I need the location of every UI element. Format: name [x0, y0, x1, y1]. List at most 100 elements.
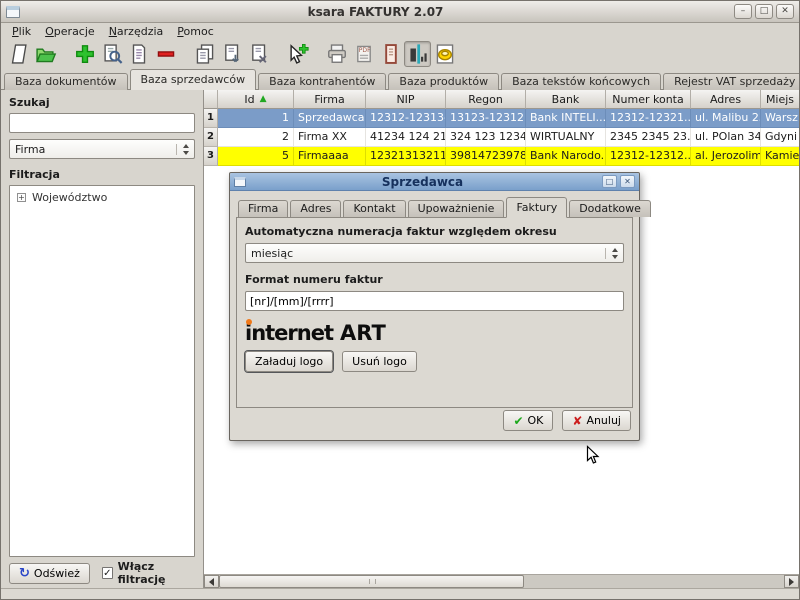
format-label: Format numeru faktur [245, 273, 624, 286]
col-header-miejscowosc[interactable]: Miejs [761, 90, 799, 109]
scroll-left-button[interactable] [204, 575, 219, 588]
dialog-tab-kontakt[interactable]: Kontakt [343, 200, 405, 217]
copy-record-button[interactable] [191, 41, 218, 67]
load-logo-button[interactable]: Załaduj logo [245, 351, 333, 372]
delete-record-button[interactable] [152, 41, 179, 67]
dialog-maximize-button[interactable]: □ [602, 175, 617, 188]
dialog-footer: ✔ OK ✘ Anuluj [230, 408, 639, 440]
accept-record-button[interactable] [218, 41, 245, 67]
table-row[interactable]: 3 5 Firmaaaa 12321313211... 398147239784… [204, 147, 799, 166]
tab-baza-kontrahentow[interactable]: Baza kontrahentów [258, 73, 386, 90]
discard-record-icon [248, 43, 270, 65]
scroll-right-button[interactable] [784, 575, 799, 588]
app-icon [6, 6, 20, 18]
discard-record-button[interactable] [245, 41, 272, 67]
dialog-tab-dodatkowe[interactable]: Dodatkowe [569, 200, 651, 217]
ok-button-label: OK [528, 414, 544, 427]
ok-button[interactable]: ✔ OK [503, 410, 553, 431]
edit-record-icon [128, 43, 150, 65]
dialog-tab-content: Automatyczna numeracja faktur względem o… [236, 217, 633, 408]
col-header-regon[interactable]: Regon [446, 90, 526, 109]
titlebar: ksara FAKTURY 2.07 – □ ✕ [1, 1, 799, 23]
corner-cell [204, 90, 218, 109]
cell-adres: ul. POlan 34 [691, 128, 761, 147]
cell-miejscowosc: Kamie [761, 147, 799, 166]
find-record-button[interactable] [98, 41, 125, 67]
dialog-close-button[interactable]: ✕ [620, 175, 635, 188]
maximize-button[interactable]: □ [755, 4, 773, 19]
table-row[interactable]: 1 1 Sprzedawca 12312-12313-... 13123-123… [204, 109, 799, 128]
dialog-tab-upowaznienie[interactable]: Upoważnienie [408, 200, 505, 217]
horizontal-scrollbar[interactable] [204, 574, 799, 588]
col-header-id[interactable]: Id ▲ [218, 90, 294, 109]
dialog-tabbar: Firma Adres Kontakt Upoważnienie Faktury… [236, 196, 633, 217]
tab-baza-produktow[interactable]: Baza produktów [388, 73, 499, 90]
tree-expander-icon[interactable]: + [17, 193, 26, 202]
accept-record-icon [221, 43, 243, 65]
tab-baza-tekstow[interactable]: Baza tekstów końcowych [501, 73, 661, 90]
col-header-firma[interactable]: Firma [294, 90, 366, 109]
scrollbar-thumb[interactable] [219, 575, 524, 588]
table-row[interactable]: 2 2 Firma XX 41234 124 21... 324 123 123… [204, 128, 799, 147]
preview-document-button[interactable] [377, 41, 404, 67]
tree-item-wojewodztwo[interactable]: + Województwo [10, 186, 194, 204]
col-header-numer-konta[interactable]: Numer konta [606, 90, 691, 109]
menu-narzedzia[interactable]: Narzędzia [102, 24, 171, 39]
print-pdf-button[interactable]: PDF [350, 41, 377, 67]
print-button[interactable] [323, 41, 350, 67]
cell-bank: WIRTUALNY [526, 128, 606, 147]
numbering-period-value: miesiąc [251, 247, 293, 260]
new-document-icon [8, 43, 30, 65]
dialog-icon [234, 177, 246, 187]
stamp-icon [434, 43, 456, 65]
sprzedawca-dialog: Sprzedawca □ ✕ Firma Adres Kontakt Upowa… [229, 172, 640, 441]
cell-regon: 324 123 1234... [446, 128, 526, 147]
tab-baza-sprzedawcow[interactable]: Baza sprzedawców [130, 69, 257, 90]
filter-tree: + Województwo [9, 185, 195, 557]
numbering-label: Automatyczna numeracja faktur względem o… [245, 225, 624, 238]
close-button[interactable]: ✕ [776, 4, 794, 19]
menu-pomoc[interactable]: Pomoc [170, 24, 220, 39]
stamp-button[interactable] [431, 41, 458, 67]
menubar: Plik Operacje Narzędzia Pomoc [1, 23, 799, 39]
tab-baza-dokumentow[interactable]: Baza dokumentów [4, 73, 128, 90]
cell-miejscowosc: Warsz [761, 109, 799, 128]
add-record-button[interactable] [71, 41, 98, 67]
col-header-nip[interactable]: NIP [366, 90, 446, 109]
invoice-format-input[interactable] [245, 291, 624, 311]
minimize-button[interactable]: – [734, 4, 752, 19]
cell-id: 5 [218, 147, 294, 166]
logo-text-2: ART [340, 321, 386, 345]
filter-label: Filtracja [9, 168, 195, 181]
scrollbar-track[interactable] [524, 575, 784, 588]
cell-nip: 12312-12313-... [366, 109, 446, 128]
menu-operacje[interactable]: Operacje [38, 24, 102, 39]
print-icon [326, 43, 348, 65]
new-document-button[interactable] [5, 41, 32, 67]
dialog-tab-adres[interactable]: Adres [290, 200, 341, 217]
open-folder-icon [35, 43, 57, 65]
cancel-button[interactable]: ✘ Anuluj [562, 410, 631, 431]
search-field-select[interactable]: Firma [9, 139, 195, 159]
dialog-tab-faktury[interactable]: Faktury [506, 197, 567, 218]
numbering-period-select[interactable]: miesiąc [245, 243, 624, 263]
remove-logo-button[interactable]: Usuń logo [342, 351, 417, 372]
dialog-tab-firma[interactable]: Firma [238, 200, 288, 217]
enable-filter-checkbox[interactable]: ✓ [102, 567, 113, 579]
open-folder-button[interactable] [32, 41, 59, 67]
menu-plik[interactable]: Plik [5, 24, 38, 39]
search-input[interactable] [9, 113, 195, 133]
ok-check-icon: ✔ [513, 415, 523, 427]
tab-rejestr-vat[interactable]: Rejestr VAT sprzedaży [663, 73, 800, 90]
select-add-button[interactable] [284, 41, 311, 67]
svg-text:PDF: PDF [358, 47, 370, 54]
cell-numer-konta: 12312-12312... [606, 147, 691, 166]
cell-numer-konta: 12312-12321... [606, 109, 691, 128]
edit-record-button[interactable] [125, 41, 152, 67]
enable-filter-checkbox-row[interactable]: ✓ Włącz filtrację [102, 560, 195, 586]
logo-buttons: Załaduj logo Usuń logo [245, 351, 624, 372]
refresh-button[interactable]: ↻ Odśwież [9, 563, 90, 584]
col-header-adres[interactable]: Adres [691, 90, 761, 109]
statistics-button[interactable] [404, 41, 431, 67]
col-header-bank[interactable]: Bank [526, 90, 606, 109]
